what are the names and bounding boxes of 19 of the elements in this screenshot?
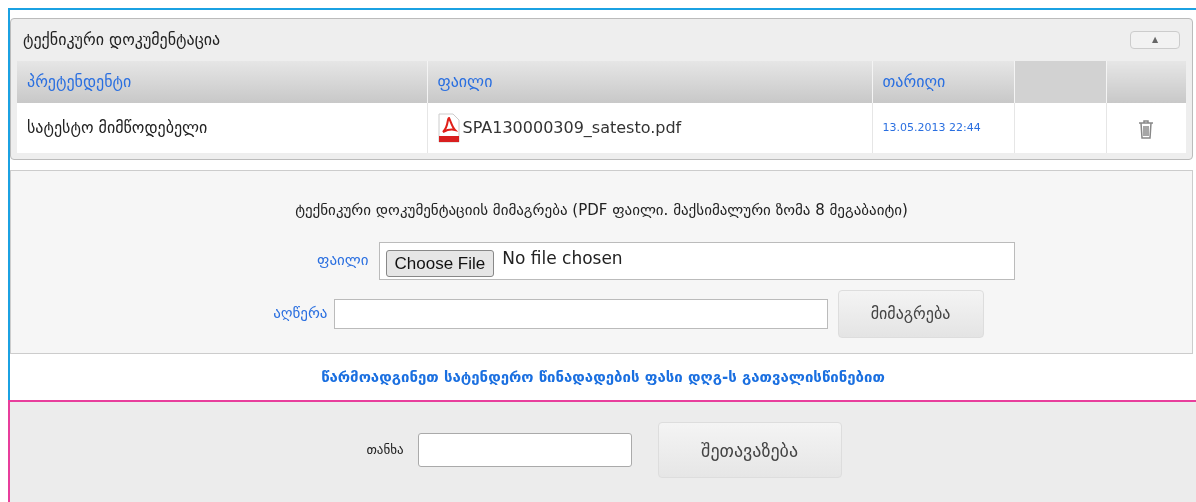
choose-file-button[interactable]: Choose File	[385, 249, 495, 278]
amount-field[interactable]	[417, 433, 632, 467]
file-link[interactable]: SPA130000309_satesto.pdf	[462, 116, 682, 140]
amount-label: თანხა	[366, 441, 404, 460]
description-field[interactable]	[333, 298, 828, 329]
attach-button[interactable]: მიმაგრება	[837, 289, 984, 338]
submit-offer-button[interactable]: შეთავაზება	[657, 422, 842, 478]
file-status: No file chosen	[502, 246, 623, 270]
price-notice: წარმოადგინეთ სატენდერო წინადადების ფასი დღგ-ს გათვალისწინებით	[321, 366, 885, 388]
trash-icon[interactable]	[1138, 118, 1155, 139]
file-input[interactable]: Choose File No file chosen	[378, 241, 1015, 280]
upload-instruction: ტექნიკური დოკუმენტაციის მიმაგრება (PDF ფაილი. მაქსიმალური ზომა 8 მეგაბაიტი)	[295, 200, 908, 221]
description-label: აღწერა	[272, 303, 328, 325]
table-cell: 13.05.2013 22:44	[872, 103, 1014, 153]
pdf-file-icon	[437, 113, 460, 143]
panel-title: ტექნიკური დოკუმენტაცია	[23, 29, 221, 51]
table-cell: სატესტო მიმწოდებელი	[17, 103, 427, 153]
file-label: ფაილი	[316, 250, 369, 272]
collapse-button[interactable]: ▲	[1130, 31, 1180, 49]
